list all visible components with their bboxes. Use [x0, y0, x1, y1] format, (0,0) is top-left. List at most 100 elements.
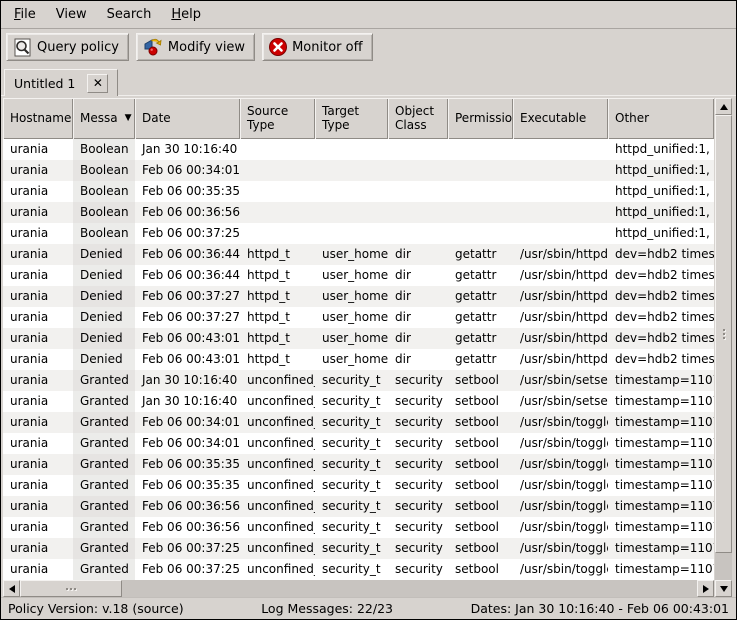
- table-row[interactable]: urania Denied Feb 06 00:37:27 httpd_t us…: [3, 307, 714, 328]
- cell-object-class: [388, 160, 448, 181]
- table-row[interactable]: urania Granted Feb 06 00:37:25 unconfine…: [3, 538, 714, 559]
- cell-other: timestamp=11076: [608, 559, 714, 580]
- column-header-hostname[interactable]: Hostname: [3, 98, 73, 139]
- cell-message: Granted: [73, 433, 135, 454]
- cell-source-type: httpd_t: [240, 244, 315, 265]
- cell-other: dev=hdb2 timesta: [608, 244, 714, 265]
- cell-source-type: [240, 223, 315, 244]
- vertical-scrollbar-thumb[interactable]: [715, 115, 732, 553]
- cell-hostname: urania: [3, 328, 73, 349]
- sort-desc-icon: ▼: [125, 113, 132, 123]
- table-row[interactable]: urania Granted Feb 06 00:34:01 unconfine…: [3, 433, 714, 454]
- table-row[interactable]: urania Granted Feb 06 00:34:01 unconfine…: [3, 412, 714, 433]
- arrow-right-icon: [703, 585, 709, 593]
- table-row[interactable]: urania Denied Feb 06 00:37:27 httpd_t us…: [3, 286, 714, 307]
- cell-object-class: security: [388, 370, 448, 391]
- cell-target-type: user_home_: [315, 286, 388, 307]
- table-row[interactable]: urania Granted Feb 06 00:36:56 unconfine…: [3, 496, 714, 517]
- cell-object-class: security: [388, 559, 448, 580]
- table-body: urania Boolean Jan 30 10:16:40 httpd_uni…: [3, 139, 714, 580]
- column-header-permission[interactable]: Permission: [448, 98, 513, 139]
- table-row[interactable]: urania Granted Jan 30 10:16:40 unconfine…: [3, 370, 714, 391]
- column-header-date[interactable]: Date: [135, 98, 240, 139]
- cell-source-type: [240, 202, 315, 223]
- cell-date: Feb 06 00:34:01: [135, 412, 240, 433]
- table-row[interactable]: urania Boolean Feb 06 00:37:25 httpd_uni…: [3, 223, 714, 244]
- dates-status: Dates: Jan 30 10:16:40 - Feb 06 00:43:01: [471, 601, 729, 616]
- table-row[interactable]: urania Denied Feb 06 00:36:44 httpd_t us…: [3, 244, 714, 265]
- cell-hostname: urania: [3, 349, 73, 370]
- cell-message: Denied: [73, 265, 135, 286]
- table-row[interactable]: urania Boolean Feb 06 00:36:56 httpd_uni…: [3, 202, 714, 223]
- cell-target-type: security_t: [315, 559, 388, 580]
- table-row[interactable]: urania Granted Feb 06 00:35:35 unconfine…: [3, 475, 714, 496]
- cell-executable: /usr/sbin/toggle: [513, 454, 608, 475]
- cell-source-type: httpd_t: [240, 286, 315, 307]
- tab-close-button[interactable]: ✕: [87, 74, 108, 93]
- table-row[interactable]: urania Denied Feb 06 00:36:44 httpd_t us…: [3, 265, 714, 286]
- cell-source-type: unconfined_: [240, 412, 315, 433]
- menu-file[interactable]: File: [4, 2, 46, 27]
- scroll-down-button[interactable]: [715, 580, 732, 597]
- table-row[interactable]: urania Boolean Feb 06 00:35:35 httpd_uni…: [3, 181, 714, 202]
- scroll-right-button[interactable]: [697, 580, 714, 597]
- scroll-left-button[interactable]: [3, 580, 20, 597]
- table-row[interactable]: urania Granted Jan 30 10:16:40 unconfine…: [3, 391, 714, 412]
- table-row[interactable]: urania Boolean Jan 30 10:16:40 httpd_uni…: [3, 139, 714, 160]
- cell-source-type: unconfined_: [240, 475, 315, 496]
- cell-source-type: unconfined_: [240, 559, 315, 580]
- table-row[interactable]: urania Boolean Feb 06 00:34:01 httpd_uni…: [3, 160, 714, 181]
- cell-date: Jan 30 10:16:40: [135, 139, 240, 160]
- cell-message: Granted: [73, 475, 135, 496]
- cell-other: timestamp=11071: [608, 391, 714, 412]
- cell-object-class: security: [388, 538, 448, 559]
- cell-message: Denied: [73, 286, 135, 307]
- cell-source-type: [240, 139, 315, 160]
- cell-executable: /usr/sbin/toggle: [513, 538, 608, 559]
- scroll-up-button[interactable]: [715, 98, 732, 115]
- menu-help[interactable]: Help: [161, 2, 211, 27]
- monitor-off-button[interactable]: Monitor off: [262, 33, 372, 61]
- column-header-object-class[interactable]: Object Class: [388, 98, 448, 139]
- cell-message: Denied: [73, 328, 135, 349]
- horizontal-scrollbar-trough[interactable]: [122, 580, 697, 597]
- cell-message: Boolean: [73, 181, 135, 202]
- cell-source-type: httpd_t: [240, 328, 315, 349]
- table-row[interactable]: urania Denied Feb 06 00:43:01 httpd_t us…: [3, 328, 714, 349]
- tab-untitled-1[interactable]: Untitled 1 ✕: [4, 69, 118, 96]
- query-policy-button[interactable]: Query policy: [6, 33, 129, 61]
- modify-view-button[interactable]: Modify view: [136, 33, 255, 61]
- table-row[interactable]: urania Granted Feb 06 00:35:35 unconfine…: [3, 454, 714, 475]
- policy-version-status: Policy Version: v.18 (source): [8, 601, 184, 616]
- cell-source-type: [240, 160, 315, 181]
- cell-target-type: [315, 223, 388, 244]
- cell-executable: /usr/sbin/httpd: [513, 349, 608, 370]
- menu-view[interactable]: View: [46, 2, 97, 27]
- app-window: File View Search Help Query policy: [0, 0, 737, 620]
- table-row[interactable]: urania Granted Feb 06 00:36:56 unconfine…: [3, 517, 714, 538]
- column-header-source-type[interactable]: Source Type: [240, 98, 315, 139]
- cell-target-type: [315, 139, 388, 160]
- cell-source-type: unconfined_: [240, 517, 315, 538]
- column-header-message[interactable]: Messa▼: [73, 98, 135, 139]
- log-view: Hostname Messa▼ Date Source Type Target …: [1, 96, 736, 597]
- cell-hostname: urania: [3, 307, 73, 328]
- vertical-scrollbar-trough[interactable]: [715, 553, 732, 580]
- column-header-executable[interactable]: Executable: [513, 98, 608, 139]
- cell-object-class: security: [388, 517, 448, 538]
- cell-executable: [513, 181, 608, 202]
- cell-executable: [513, 139, 608, 160]
- horizontal-scrollbar-thumb[interactable]: [20, 580, 122, 597]
- table-row[interactable]: urania Granted Feb 06 00:37:25 unconfine…: [3, 559, 714, 580]
- cell-target-type: security_t: [315, 538, 388, 559]
- cell-object-class: security: [388, 412, 448, 433]
- cell-object-class: [388, 139, 448, 160]
- cell-other: timestamp=11076: [608, 538, 714, 559]
- table-row[interactable]: urania Denied Feb 06 00:43:01 httpd_t us…: [3, 349, 714, 370]
- menu-search[interactable]: Search: [97, 2, 162, 27]
- cell-hostname: urania: [3, 475, 73, 496]
- column-header-target-type[interactable]: Target Type: [315, 98, 388, 139]
- cell-target-type: [315, 202, 388, 223]
- cell-permission: getattr: [448, 307, 513, 328]
- column-header-other[interactable]: Other: [608, 98, 714, 139]
